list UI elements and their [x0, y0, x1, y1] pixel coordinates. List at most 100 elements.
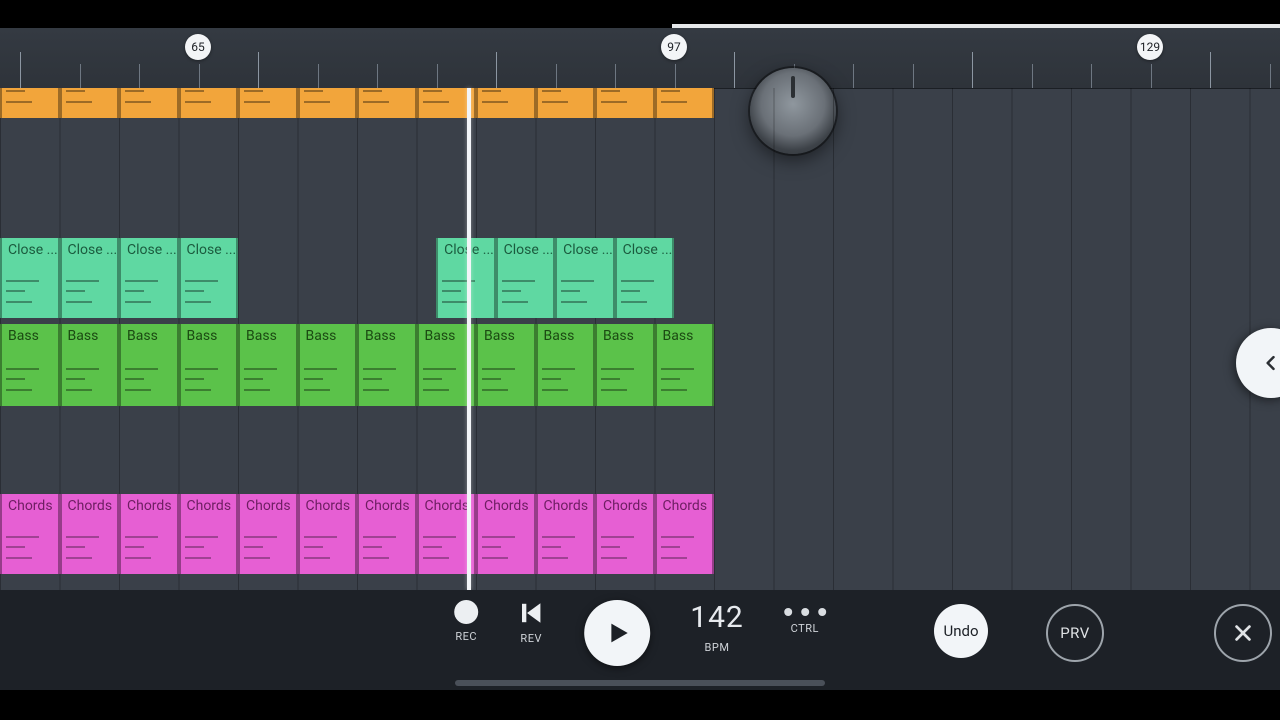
track-melody[interactable]: [0, 88, 1280, 118]
clip-label: Bass: [121, 324, 164, 348]
close-button[interactable]: [1214, 604, 1272, 662]
clip-orange[interactable]: [536, 88, 596, 118]
ctrl-menu-button[interactable]: CTRL: [784, 600, 826, 635]
clip-green[interactable]: Bass: [357, 324, 417, 406]
clip-orange[interactable]: [179, 88, 239, 118]
clip-orange[interactable]: [357, 88, 417, 118]
rewind-button[interactable]: REV: [518, 600, 544, 645]
play-icon: [603, 619, 631, 647]
waveform-icon: [125, 274, 173, 308]
clip-magenta[interactable]: Chords: [60, 494, 120, 574]
clip-green[interactable]: Bass: [0, 324, 60, 406]
clip-label: Chords: [597, 494, 654, 518]
clip-label: Chords: [181, 494, 238, 518]
clip-magenta[interactable]: Chords: [655, 494, 715, 574]
clip-green[interactable]: Bass: [238, 324, 298, 406]
bpm-label: BPM: [705, 641, 730, 654]
clip-green[interactable]: Bass: [119, 324, 179, 406]
clip-mint[interactable]: Close ...: [615, 238, 675, 318]
clip-green[interactable]: Bass: [595, 324, 655, 406]
waveform-icon: [601, 362, 649, 396]
clip-label: Bass: [538, 324, 581, 348]
clip-orange[interactable]: [119, 88, 179, 118]
waveform-icon: [304, 530, 352, 564]
clip-green[interactable]: Bass: [179, 324, 239, 406]
waveform-icon: [185, 530, 233, 564]
waveform-icon: [561, 274, 609, 308]
clip-mint[interactable]: Close ...: [436, 238, 496, 318]
clip-label: Chords: [121, 494, 178, 518]
waveform-icon: [423, 88, 471, 108]
waveform-icon: [66, 274, 114, 308]
record-button[interactable]: REC: [454, 600, 478, 643]
clip-label: Bass: [181, 324, 224, 348]
clip-mint[interactable]: Close ...: [555, 238, 615, 318]
ruler-marker[interactable]: 129: [1137, 34, 1163, 60]
play-button[interactable]: [584, 600, 650, 666]
clip-mint[interactable]: Close ...: [179, 238, 239, 318]
clip-orange[interactable]: [298, 88, 358, 118]
bpm-display[interactable]: 142 BPM: [690, 600, 744, 654]
preview-button[interactable]: PRV: [1046, 604, 1104, 662]
clip-magenta[interactable]: Chords: [238, 494, 298, 574]
clip-orange[interactable]: [60, 88, 120, 118]
waveform-icon: [423, 362, 471, 396]
clip-label: Bass: [62, 324, 105, 348]
clip-mint[interactable]: Close ...: [60, 238, 120, 318]
waveform-icon: [125, 88, 173, 108]
timeline-panel[interactable]: 6597129 Close ...Close ...Close ...Close…: [0, 28, 1280, 590]
waveform-icon: [482, 530, 530, 564]
clip-label: Chords: [538, 494, 595, 518]
clip-orange[interactable]: [0, 88, 60, 118]
ruler-marker[interactable]: 65: [185, 34, 211, 60]
clip-mint[interactable]: Close ...: [119, 238, 179, 318]
ruler-marker[interactable]: 97: [661, 34, 687, 60]
track-chords[interactable]: ChordsChordsChordsChordsChordsChordsChor…: [0, 494, 1280, 574]
clip-green[interactable]: Bass: [655, 324, 715, 406]
clip-magenta[interactable]: Chords: [595, 494, 655, 574]
clip-magenta[interactable]: Chords: [0, 494, 60, 574]
playhead[interactable]: [467, 88, 471, 590]
waveform-icon: [363, 530, 411, 564]
record-icon: [454, 600, 478, 624]
rewind-label: REV: [520, 632, 542, 645]
clip-mint[interactable]: Close ...: [0, 238, 60, 318]
waveform-icon: [244, 530, 292, 564]
clip-label: Close ...: [617, 238, 675, 262]
clip-magenta[interactable]: Chords: [536, 494, 596, 574]
clip-label: Bass: [419, 324, 462, 348]
clip-magenta[interactable]: Chords: [298, 494, 358, 574]
horizontal-scroll-thumb[interactable]: [455, 680, 825, 686]
waveform-icon: [6, 274, 54, 308]
time-ruler[interactable]: 65 97 129: [0, 28, 1280, 89]
clip-magenta[interactable]: Chords: [357, 494, 417, 574]
clip-label: Chords: [240, 494, 297, 518]
track-close[interactable]: Close ...Close ...Close ...Close ...Clos…: [0, 238, 1280, 318]
waveform-icon: [423, 530, 471, 564]
waveform-icon: [601, 88, 649, 108]
clip-green[interactable]: Bass: [298, 324, 358, 406]
waveform-icon: [66, 362, 114, 396]
clip-green[interactable]: Bass: [476, 324, 536, 406]
track-bass[interactable]: BassBassBassBassBassBassBassBassBassBass…: [0, 324, 1280, 406]
clip-label: Close ...: [121, 238, 179, 262]
clip-mint[interactable]: Close ...: [496, 238, 556, 318]
waveform-icon: [482, 362, 530, 396]
clip-label: Bass: [478, 324, 521, 348]
clip-orange[interactable]: [655, 88, 715, 118]
clip-magenta[interactable]: Chords: [119, 494, 179, 574]
clip-label: Close ...: [557, 238, 615, 262]
letterbox-bottom: [0, 690, 1280, 720]
clip-orange[interactable]: [595, 88, 655, 118]
clip-magenta[interactable]: Chords: [476, 494, 536, 574]
clip-orange[interactable]: [476, 88, 536, 118]
clip-green[interactable]: Bass: [536, 324, 596, 406]
clip-label: Bass: [300, 324, 343, 348]
clip-magenta[interactable]: Chords: [179, 494, 239, 574]
undo-button[interactable]: Undo: [934, 604, 988, 658]
waveform-icon: [363, 362, 411, 396]
waveform-icon: [304, 88, 352, 108]
clip-orange[interactable]: [238, 88, 298, 118]
waveform-icon: [661, 530, 709, 564]
clip-green[interactable]: Bass: [60, 324, 120, 406]
